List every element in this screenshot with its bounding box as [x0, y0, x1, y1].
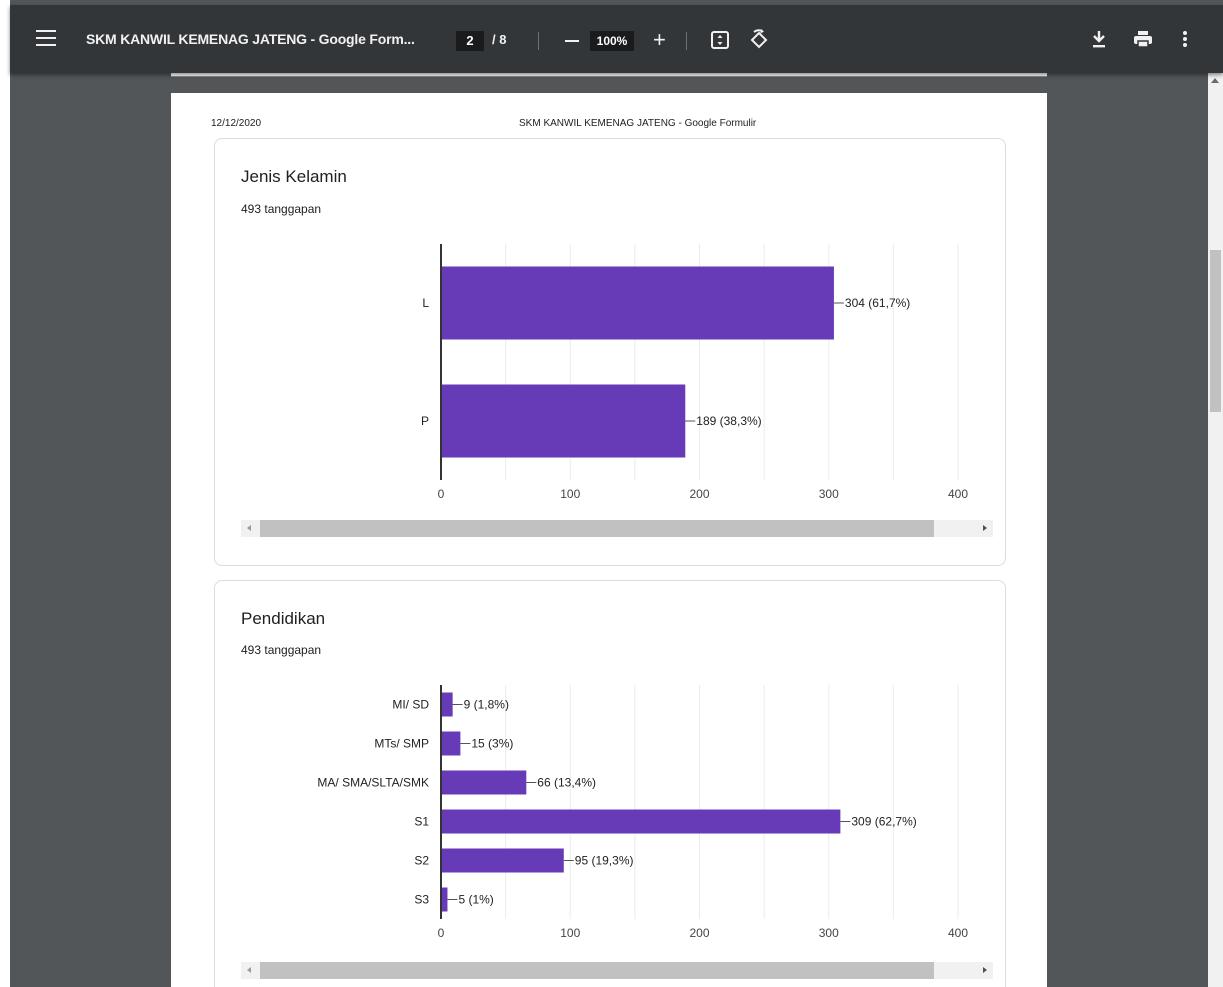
chart-scrollbar-thumb[interactable]: [260, 962, 934, 979]
data-label: 5 (1%): [458, 893, 493, 907]
previous-page-edge: [171, 73, 1047, 77]
fit-page-icon[interactable]: [710, 30, 730, 55]
page-header-date: 12/12/2020: [211, 118, 262, 129]
category-label: S2: [414, 854, 429, 868]
response-count: 493 tanggapan: [241, 643, 322, 657]
x-tick-label: 300: [819, 926, 839, 940]
category-label: P: [421, 414, 429, 428]
category-label: L: [422, 296, 429, 310]
question-card-pendidikan: Pendidikan 493 tanggapan MI/ SD 9 (1,8%) M…: [214, 580, 1006, 987]
category-label: S3: [414, 893, 429, 907]
vertical-scrollbar[interactable]: [1208, 73, 1223, 987]
x-tick-label: 0: [438, 926, 445, 940]
data-label: 66 (13,4%): [537, 776, 596, 790]
zoom-out-icon[interactable]: [565, 40, 579, 42]
toolbar-divider: [686, 32, 687, 50]
question-card-jenis-kelamin: Jenis Kelamin 493 tanggapan L 304 (61,7%)…: [214, 138, 1006, 566]
bar: [441, 384, 686, 458]
chart-horizontal-scrollbar[interactable]: [241, 962, 993, 979]
bar-chart-jenis-kelamin: L 304 (61,7%) P 189 (38,3%) 0 100 200 300 400: [421, 244, 968, 499]
rotate-icon[interactable]: [748, 29, 770, 56]
bar: [441, 266, 834, 340]
chart-title: Jenis Kelamin: [241, 167, 347, 186]
page-separator: /: [492, 32, 496, 47]
pdf-page: 12/12/2020 SKM KANWIL KEMENAG JATENG - G…: [171, 93, 1047, 987]
total-pages: 8: [499, 32, 507, 47]
scroll-right-icon[interactable]: [983, 967, 987, 973]
x-tick-label: 200: [689, 487, 709, 499]
chart-title: Pendidikan: [241, 609, 326, 628]
data-label: 15 (3%): [471, 737, 513, 751]
data-label: 304 (61,7%): [845, 296, 910, 310]
x-tick-label: 200: [689, 926, 709, 940]
x-tick-label: 100: [560, 926, 580, 940]
data-label: 95 (19,3%): [575, 854, 634, 868]
chart-scrollbar-thumb[interactable]: [260, 520, 934, 537]
bar: [441, 809, 841, 834]
page-header-title: SKM KANWIL KEMENAG JATENG - Google Formu…: [519, 118, 757, 129]
window-edge: [0, 0, 10, 987]
scroll-right-icon[interactable]: [983, 525, 987, 531]
data-label: 309 (62,7%): [851, 815, 916, 829]
x-tick-label: 300: [819, 487, 839, 499]
download-icon[interactable]: [1090, 29, 1108, 54]
document-title: SKM KANWIL KEMENAG JATENG - Google Form.…: [86, 31, 415, 47]
more-vert-icon[interactable]: [1181, 29, 1189, 54]
print-icon[interactable]: [1132, 29, 1154, 54]
scroll-up-icon[interactable]: [1211, 78, 1219, 83]
category-label: S1: [414, 815, 429, 829]
x-tick-label: 0: [438, 487, 445, 499]
category-label: MTs/ SMP: [374, 737, 429, 751]
chart-horizontal-scrollbar[interactable]: [241, 520, 993, 537]
bar-chart-pendidikan: MI/ SD 9 (1,8%) MTs/ SMP 15 (3%) MA/ SMA/SLT…: [317, 685, 968, 940]
bar: [441, 770, 527, 795]
scroll-left-icon[interactable]: [247, 967, 251, 973]
response-count: 493 tanggapan: [241, 202, 322, 216]
category-label: MA/ SMA/SLTA/SMK: [317, 776, 429, 790]
zoom-level-input[interactable]: 100%: [590, 31, 634, 51]
bar: [441, 731, 461, 756]
zoom-in-button[interactable]: +: [653, 29, 666, 51]
x-tick-label: 100: [560, 487, 580, 499]
scroll-left-icon[interactable]: [247, 525, 251, 531]
pdf-toolbar: SKM KANWIL KEMENAG JATENG - Google Form.…: [10, 5, 1223, 73]
data-label: 189 (38,3%): [696, 414, 761, 428]
bar: [441, 692, 453, 717]
bar: [441, 848, 564, 873]
data-label: 9 (1,8%): [464, 698, 509, 712]
x-tick-label: 400: [948, 487, 968, 499]
current-page-input[interactable]: 2: [456, 31, 484, 51]
vertical-scrollbar-thumb[interactable]: [1210, 250, 1221, 412]
page-count: / 8: [492, 32, 506, 47]
menu-icon[interactable]: [36, 30, 56, 48]
x-tick-label: 400: [948, 926, 968, 940]
category-label: MI/ SD: [392, 698, 429, 712]
toolbar-divider: [538, 32, 539, 50]
